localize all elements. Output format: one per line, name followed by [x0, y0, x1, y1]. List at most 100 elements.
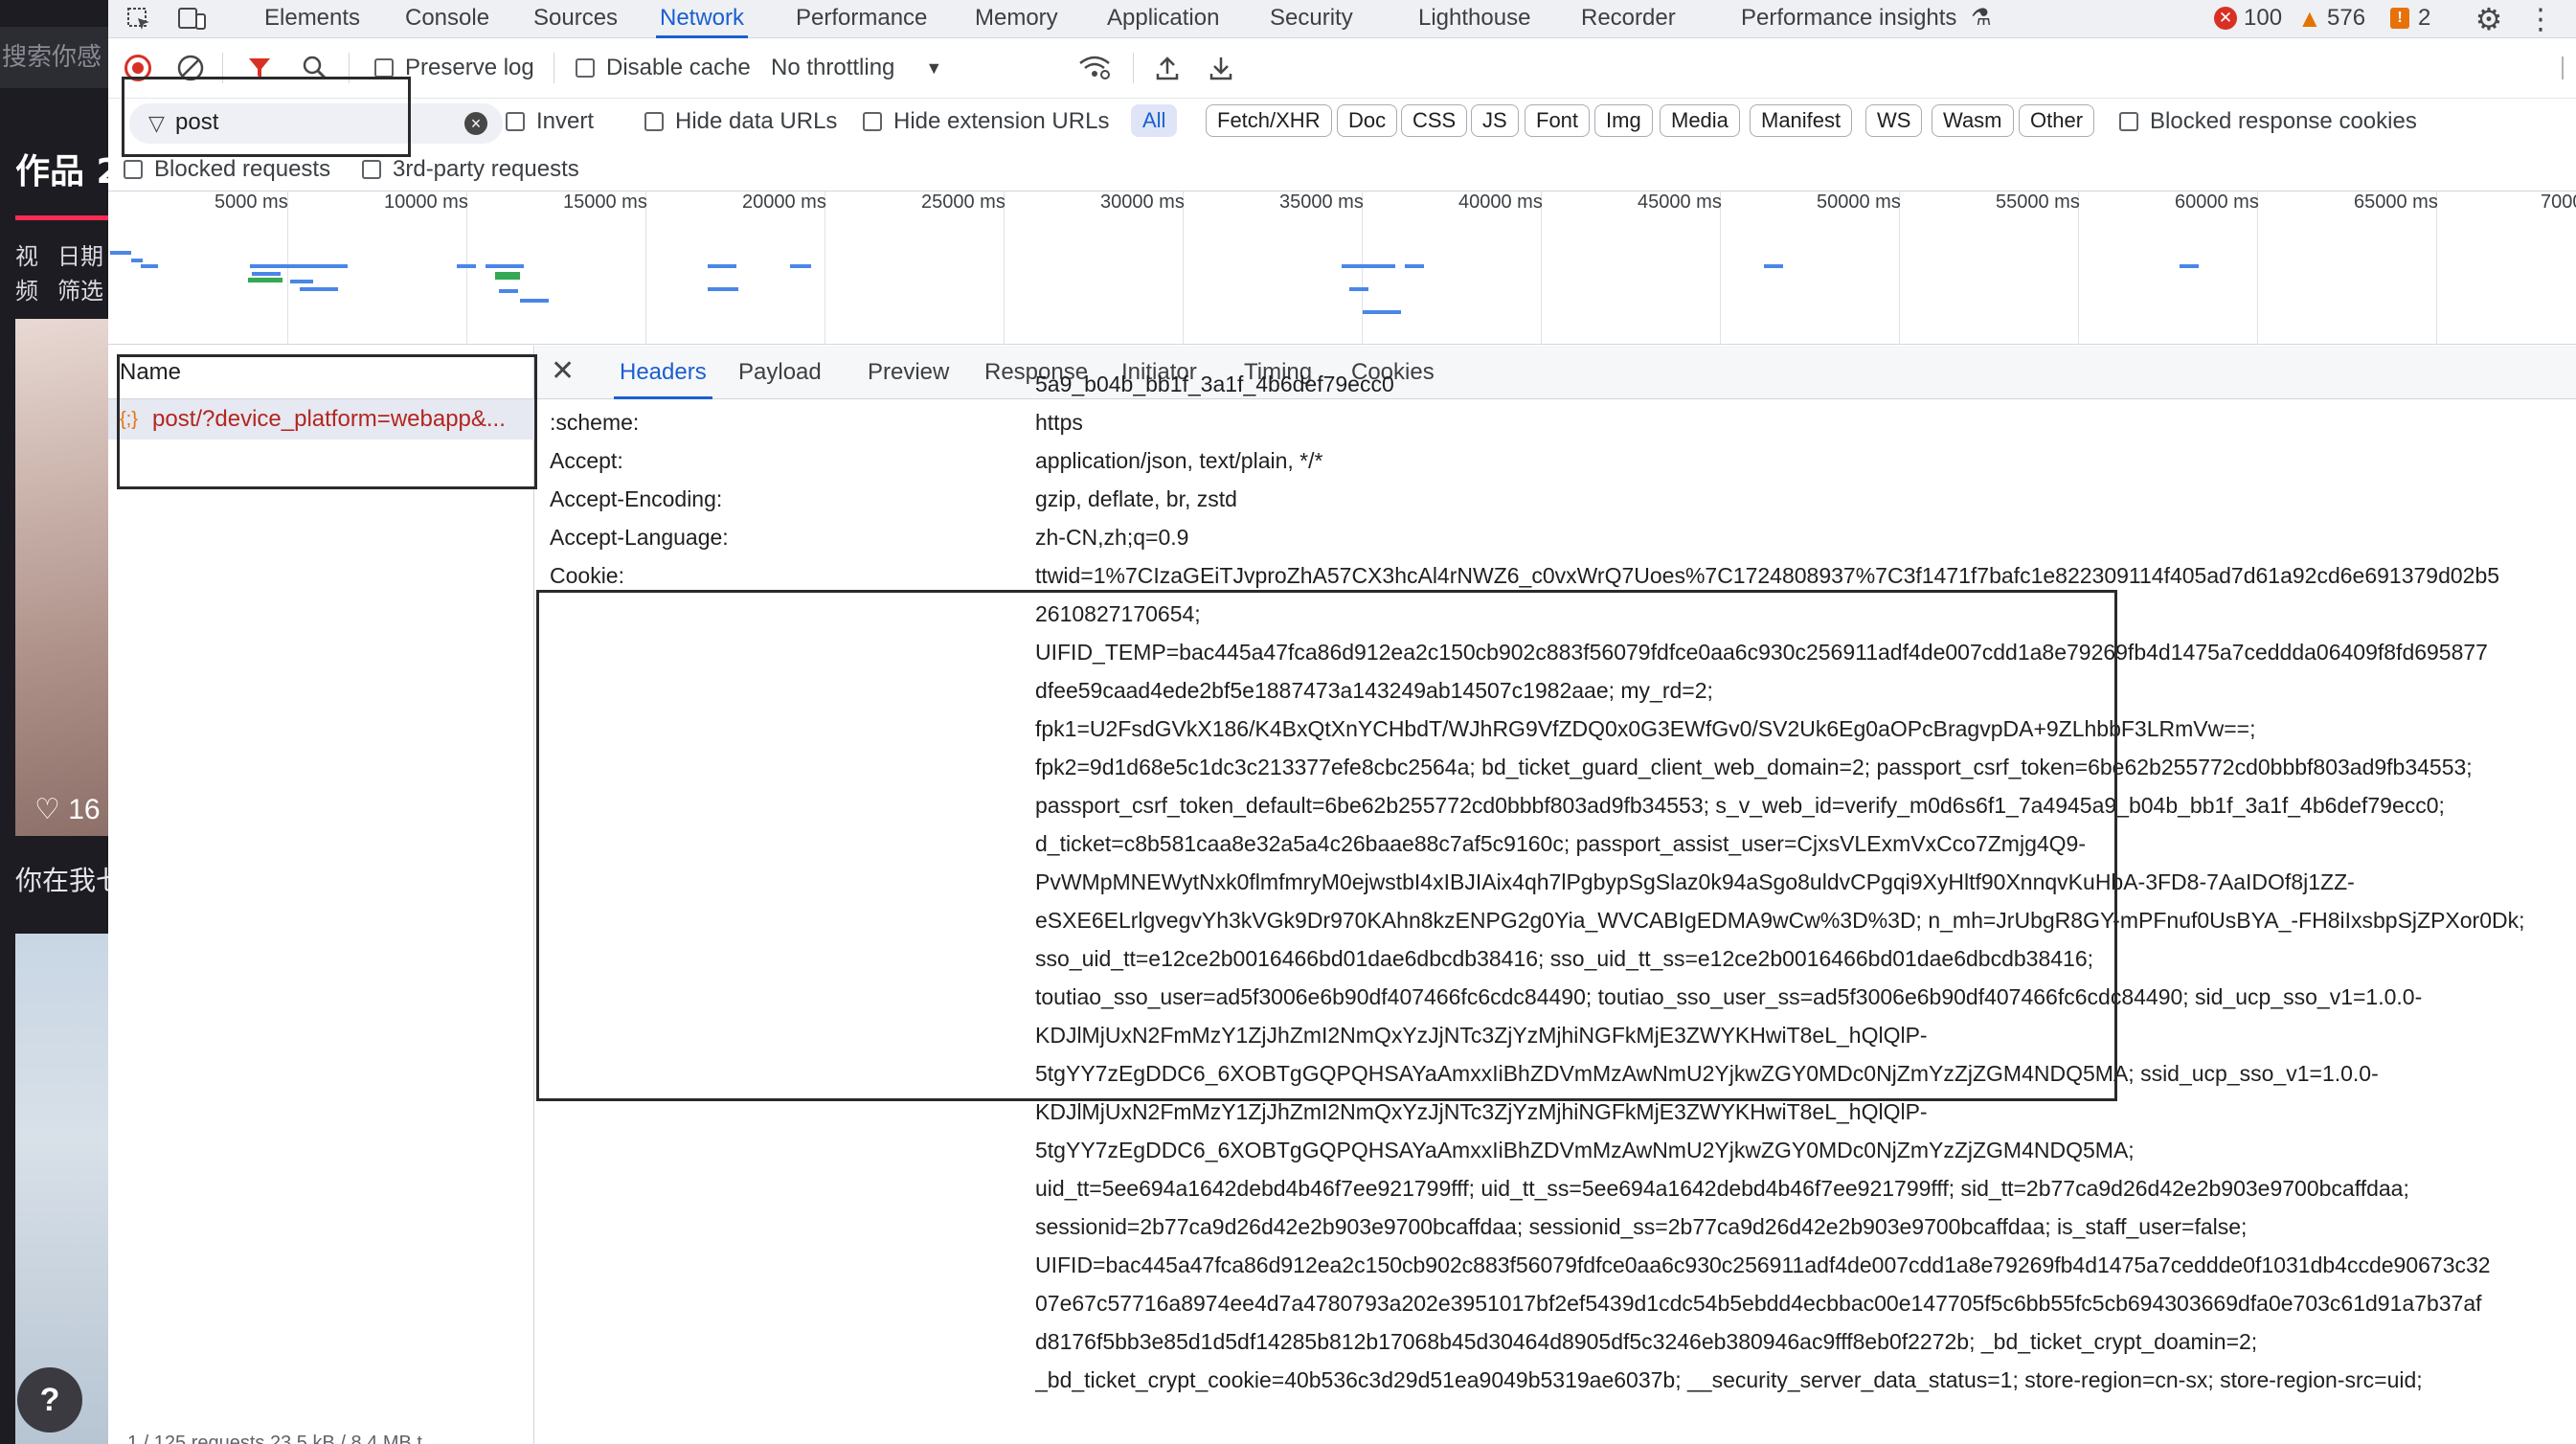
- timeline-request-bar: [290, 264, 348, 268]
- disable-cache-checkbox[interactable]: Disable cache: [576, 55, 751, 81]
- background-tab-video[interactable]: 视 频: [15, 239, 38, 308]
- header-key: Accept-Language:: [550, 525, 729, 550]
- header-value: 2610827170654;: [1035, 601, 1201, 626]
- timeline-tick: 10000 ms: [384, 192, 468, 213]
- header-value: fpk2=9d1d68e5c1dc3c213377efe8cbc2564a; b…: [1035, 755, 2473, 779]
- device-toolbar-icon[interactable]: [175, 4, 210, 34]
- more-options-icon[interactable]: ⋮: [2526, 2, 2555, 36]
- hide-data-urls-checkbox[interactable]: Hide data URLs: [644, 108, 837, 135]
- search-icon[interactable]: [300, 53, 330, 83]
- tab-lighthouse[interactable]: Lighthouse: [1418, 0, 1530, 38]
- header-value: d_ticket=c8b581caa8e32a5a4c26baae88c7af5…: [1035, 831, 2087, 856]
- type-filter-img[interactable]: Img: [1594, 104, 1653, 137]
- header-value: application/json, text/plain, */*: [1035, 448, 1323, 473]
- header-value: UIFID=bac445a47fca86d912ea2c150cb902c883…: [1035, 1252, 2491, 1277]
- issues-count[interactable]: 2: [2418, 0, 2430, 38]
- tab-sources[interactable]: Sources: [533, 0, 618, 38]
- blocked-response-cookies-label: Blocked response cookies: [2150, 108, 2417, 134]
- timeline-gridline: [1720, 192, 1721, 345]
- timeline-gridline: [466, 192, 467, 345]
- type-filter-js[interactable]: JS: [1471, 104, 1519, 137]
- type-filter-media[interactable]: Media: [1660, 104, 1740, 137]
- invert-label: Invert: [536, 108, 595, 134]
- throttling-select[interactable]: No throttling ▼: [771, 55, 942, 81]
- header-value: ttwid=1%7CIzaGEiTJvproZhA57CX3hcAl4rNWZ6…: [1035, 563, 2500, 588]
- tab-network[interactable]: Network: [656, 0, 749, 38]
- issues-icon[interactable]: !: [2390, 8, 2409, 29]
- blocked-response-cookies-checkbox[interactable]: Blocked response cookies: [2119, 108, 2417, 135]
- tab-application[interactable]: Application: [1107, 0, 1219, 38]
- tab-console[interactable]: Console: [405, 0, 489, 38]
- tab-performance[interactable]: Performance: [796, 0, 927, 38]
- background-tab-date-filter[interactable]: 日期 筛选: [57, 239, 103, 308]
- header-value: KDJlMjUxN2FmMzY1ZjJhZmI2NmQxYzJjNTc3ZjYz…: [1035, 1023, 1928, 1048]
- background-page: 搜索你感 作品 2 视 频 日期 筛选 ♡ 16 你在我七 ?: [0, 0, 108, 1444]
- record-dot-icon: [132, 62, 144, 74]
- help-button[interactable]: ?: [17, 1367, 82, 1433]
- filter-input[interactable]: ▽ post ×: [129, 103, 503, 144]
- tab-recorder[interactable]: Recorder: [1581, 0, 1676, 38]
- export-har-icon[interactable]: [1206, 53, 1236, 83]
- header-key: Accept:: [550, 448, 623, 473]
- background-video-thumbnail-2[interactable]: [15, 934, 108, 1444]
- inspect-element-icon[interactable]: [124, 4, 154, 34]
- warning-icon[interactable]: ▲: [2297, 6, 2322, 31]
- invert-checkbox[interactable]: Invert: [506, 108, 594, 135]
- type-filter-fetch-xhr[interactable]: Fetch/XHR: [1206, 104, 1332, 137]
- toolbar-divider: [1133, 53, 1134, 83]
- tab-payload[interactable]: Payload: [738, 346, 822, 399]
- throttling-value: No throttling: [771, 55, 895, 80]
- type-filter-font[interactable]: Font: [1525, 104, 1591, 137]
- type-filter-wasm[interactable]: Wasm: [1932, 104, 2014, 137]
- header-value: passport_csrf_token_default=6be62b255772…: [1035, 793, 2445, 818]
- tab-security[interactable]: Security: [1270, 0, 1353, 38]
- warning-count[interactable]: 576: [2327, 0, 2365, 38]
- hide-extension-urls-checkbox[interactable]: Hide extension URLs: [863, 108, 1109, 135]
- header-key: Cookie:: [550, 563, 624, 588]
- close-details-icon[interactable]: ✕: [551, 357, 575, 386]
- tab-headers[interactable]: Headers: [614, 346, 712, 399]
- clear-icon[interactable]: [175, 53, 206, 83]
- type-filter-doc[interactable]: Doc: [1337, 104, 1398, 137]
- header-value: dfee59caad4ede2bf5e1887473a143249ab14507…: [1035, 678, 1713, 703]
- import-har-icon[interactable]: [1152, 53, 1183, 83]
- background-like-count: ♡ 16: [34, 793, 101, 826]
- request-row[interactable]: {;} post/?device_platform=webapp&...: [108, 399, 534, 440]
- type-filter-css[interactable]: CSS: [1401, 104, 1468, 137]
- background-tab-date-line1: 日期: [57, 243, 103, 270]
- header-value: KDJlMjUxN2FmMzY1ZjJhZmI2NmQxYzJjNTc3ZjYz…: [1035, 1099, 1928, 1124]
- chevron-down-icon: ▼: [925, 57, 943, 78]
- preserve-log-checkbox[interactable]: Preserve log: [374, 55, 534, 81]
- tab-performance-insights[interactable]: Performance insights ⚗: [1741, 0, 1992, 38]
- third-party-requests-checkbox[interactable]: 3rd-party requests: [362, 156, 579, 183]
- screen: 搜索你感 作品 2 视 频 日期 筛选 ♡ 16 你在我七 ? Elements…: [0, 0, 2576, 1444]
- timeline-request-bar: [708, 264, 736, 268]
- error-count[interactable]: 100: [2244, 0, 2282, 38]
- type-filter-other[interactable]: Other: [2019, 104, 2095, 137]
- checkbox-box: [576, 58, 595, 78]
- timeline-request-bar: [131, 259, 143, 262]
- settings-gear-icon[interactable]: ⚙: [2472, 2, 2506, 36]
- network-toolbar: Preserve log Disable cache No throttling…: [108, 39, 2576, 99]
- record-button[interactable]: [124, 55, 151, 81]
- blocked-requests-checkbox[interactable]: Blocked requests: [124, 156, 330, 183]
- clear-filter-icon[interactable]: ×: [464, 112, 487, 135]
- timeline-tick: 5000 ms: [215, 192, 288, 213]
- background-video-thumbnail[interactable]: [15, 319, 108, 836]
- tab-preview[interactable]: Preview: [868, 346, 949, 399]
- tab-memory[interactable]: Memory: [975, 0, 1058, 38]
- timeline-gridline: [1899, 192, 1900, 345]
- network-conditions-icon[interactable]: [1075, 53, 1114, 83]
- type-filter-manifest[interactable]: Manifest: [1750, 104, 1853, 137]
- timeline-request-bar: [290, 280, 313, 283]
- name-column-header[interactable]: Name: [108, 346, 534, 399]
- network-overview-timeline[interactable]: 5000 ms 10000 ms 15000 ms 20000 ms 25000…: [108, 192, 2576, 345]
- background-search-input[interactable]: 搜索你感: [0, 27, 108, 88]
- header-value: fpk1=U2FsdGVkX186/K4BxQtXnYCHbdT/WJhRG9V…: [1035, 716, 2256, 741]
- background-title-underline: [15, 215, 108, 220]
- tab-elements[interactable]: Elements: [264, 0, 360, 38]
- type-filter-all[interactable]: All: [1131, 104, 1178, 137]
- error-icon[interactable]: ✕: [2214, 7, 2237, 30]
- filter-icon[interactable]: [244, 53, 275, 83]
- type-filter-ws[interactable]: WS: [1865, 104, 1923, 137]
